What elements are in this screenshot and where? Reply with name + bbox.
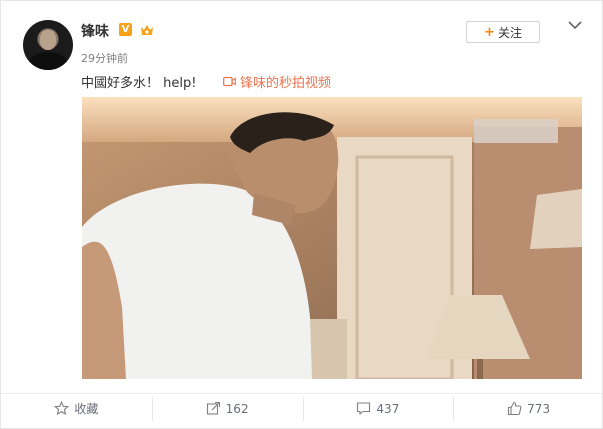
share-count: 162 — [225, 401, 249, 416]
share-button[interactable]: 162 — [151, 394, 303, 423]
video-frame — [82, 97, 582, 379]
action-bar: 收藏 162 437 773 — [1, 393, 603, 423]
video-player[interactable] — [82, 97, 582, 379]
comment-count: 437 — [376, 401, 400, 416]
post-text: 中國好多水！ help! — [81, 76, 197, 91]
avatar-body — [29, 52, 67, 70]
favorite-button[interactable]: 收藏 — [1, 394, 152, 423]
like-count: 773 — [527, 401, 551, 416]
plus-icon: + — [484, 24, 495, 40]
user-name[interactable]: 锋味 — [81, 21, 109, 41]
follow-button[interactable]: + 关注 — [466, 21, 540, 43]
video-link[interactable]: 锋味的秒拍视频 — [223, 72, 331, 91]
weibo-post-card: 锋味 V 29分钟前 + 关注 中國好多水！ help! 锋味的秒拍视频 收藏 … — [0, 0, 603, 429]
avatar[interactable] — [23, 20, 73, 70]
like-icon — [508, 401, 522, 416]
star-icon — [54, 401, 70, 416]
comment-button[interactable]: 437 — [302, 394, 454, 423]
chevron-down-icon[interactable] — [567, 19, 583, 31]
vip-crown-icon[interactable] — [139, 22, 155, 37]
avatar-face — [40, 30, 56, 50]
verified-icon[interactable]: V — [119, 23, 132, 36]
post-time[interactable]: 29分钟前 — [81, 50, 128, 66]
video-icon — [223, 76, 236, 87]
follow-label: 关注 — [497, 25, 522, 40]
favorite-label: 收藏 — [74, 402, 99, 416]
share-icon — [206, 401, 220, 415]
comment-icon — [357, 402, 371, 416]
video-link-label: 锋味的秒拍视频 — [240, 76, 332, 91]
like-button[interactable]: 773 — [453, 394, 603, 423]
